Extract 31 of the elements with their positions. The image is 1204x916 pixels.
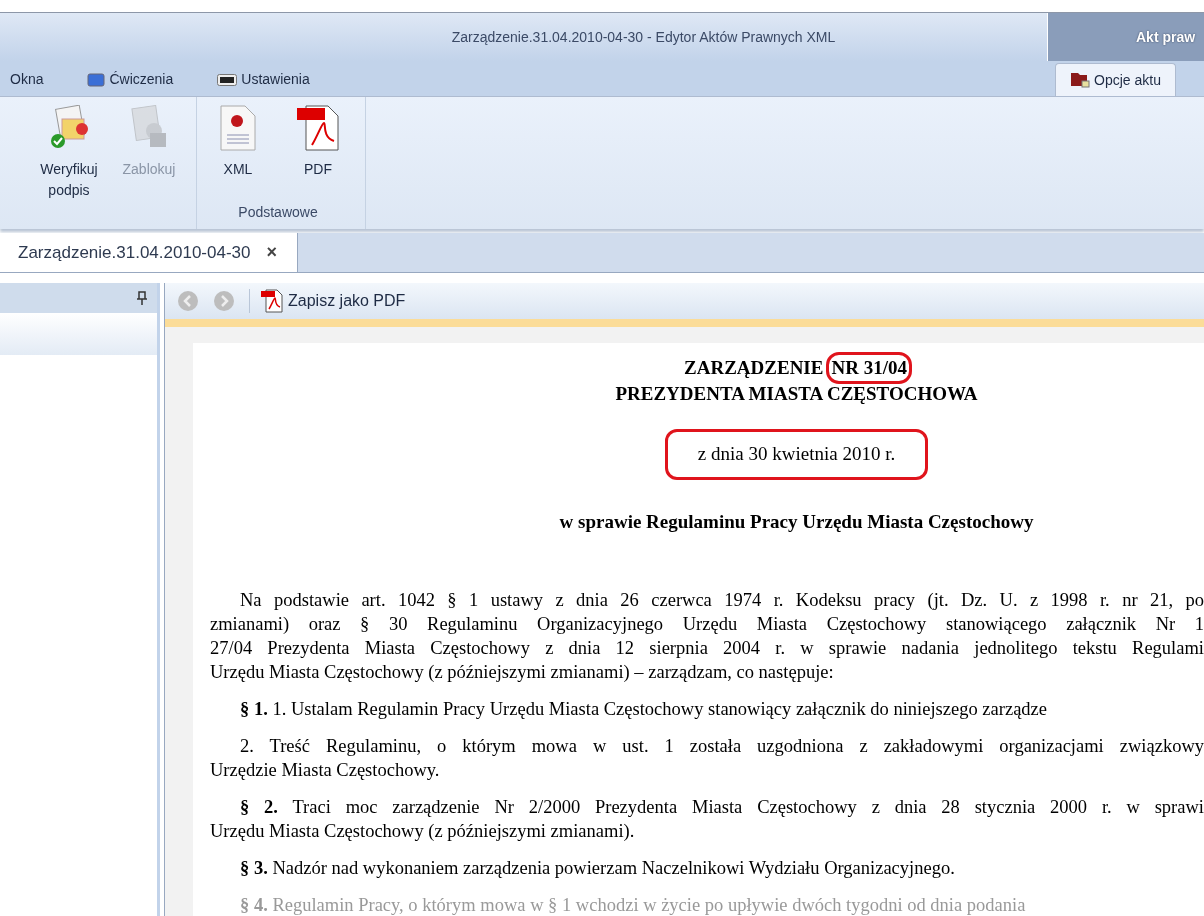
ribbon-tab[interactable]: Opcje aktu [1055,63,1176,96]
ribbon-tab[interactable]: Ustawienia [203,63,340,96]
save-as-pdf-button[interactable]: Zapisz jako PDF [249,289,406,313]
ribbon-button[interactable]: Weryfikuj podpis [34,105,104,229]
pdf-document-icon [260,289,284,313]
window-title: Zarządzenie.31.04.2010-04-30 - Edytor Aktów Prawnych XML [451,27,836,47]
pin-icon[interactable] [137,291,147,305]
certificate-check-icon [48,105,90,151]
pdf-document-icon [296,105,340,151]
context-tab-group-title: Akt praw [1136,28,1196,47]
paragraph: § 2. Traci moc zarządzenie Nr 2/2000 Prezydenta Miasta Częstochowy z dnia 28 stycznia 2000 r. w sprawi Urzędu Miasta Częstochowy (z późniejszymi zmianami). [210,796,1204,843]
close-button[interactable]: × [266,239,277,266]
folder-icon [1070,71,1091,89]
ribbon-tab[interactable]: Okna [0,63,74,96]
xml-document-icon [219,105,257,151]
paragraph: Na podstawie art. 1042 § 1 ustawy z dnia 26 czerwca 1974 r. Kodeksu pracy (jt. Dz. U. z 1998 r. nr 21, po zmianami) oraz § 30 Regulaminu Organizacyjnego Urzędu Miasta Częstochowy stanowiącego załącznik Nr 1 27/04 Prezydenta Miasta Częstochowy z dnia 12 sierpnia 2004 r. w sprawie nadania jednolitego tekstu Regulami Urzędu Miasta Częstochowy (z późniejszymi zmianami) – zarządzam, co następuje: [210,589,1204,684]
paragraph: § 3. Nadzór nad wykonaniem zarządzenia powierzam Naczelnikowi Wydziału Organizacyjnego. [239,857,956,880]
document-issuer: PREZYDENTA MIASTA CZĘSTOCHOWA [615,382,978,406]
document-tab[interactable]: Zarządzenie.31.04.2010-04-30 × [0,233,298,272]
paragraph: § 4. Regulamin Pracy, o którym mowa w § 1 wchodzi w życie po upływie dwóch tygodni od dnia podania [239,894,1027,916]
ribbon-button[interactable]: PDF [283,105,353,202]
document-title: NR 31/04 [829,355,909,381]
document-date: z dnia 30 kwietnia 2010 r. [664,429,929,480]
ribbon-button[interactable]: XML [203,105,273,202]
ribbon-group-label: Podstawowe [237,203,319,222]
paragraph: 2. Treść Regulaminu, o którym mowa w ust. 1 została uzgodniona z zakładowymi organizacjami związkowy Urzędzie Miasta Częstochowy. [210,735,1204,782]
keyboard-icon [217,73,238,86]
document-subject: w sprawie Regulaminu Pracy Urzędu Miasta Częstochowy [559,509,1034,534]
document-title: ZARZĄDZENIE [684,356,824,380]
paragraph: § 1. 1. Ustalam Regulamin Pracy Urzędu Miasta Częstochowy stanowiący załącznik do niniejszego zarządze [239,698,1049,721]
ribbon-tab[interactable]: Ćwiczenia [73,63,204,96]
